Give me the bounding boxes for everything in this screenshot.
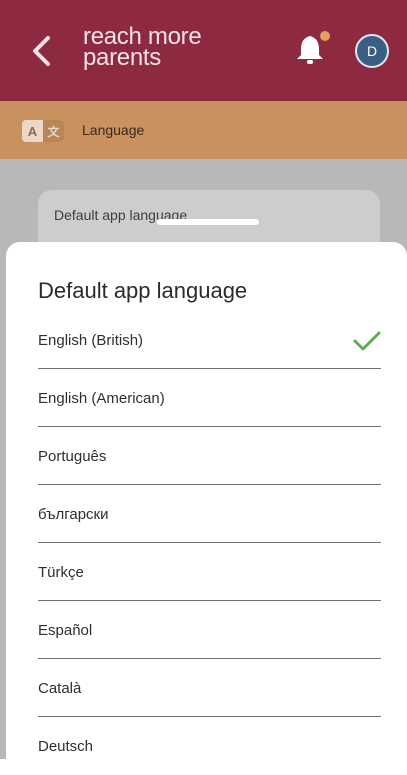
language-option-bulgarian[interactable]: български bbox=[38, 485, 381, 543]
check-icon bbox=[353, 331, 381, 351]
sheet-drag-handle[interactable] bbox=[157, 219, 259, 225]
language-option-turkish[interactable]: Türkçe bbox=[38, 543, 381, 601]
sheet-title: Default app language bbox=[38, 278, 248, 303]
translate-icon-a: A bbox=[27, 123, 38, 139]
translate-icon: A 文 bbox=[22, 120, 64, 142]
option-label: Español bbox=[38, 622, 93, 639]
logo-line-2: parents bbox=[83, 44, 161, 71]
option-label: български bbox=[38, 506, 109, 523]
language-option-english-american[interactable]: English (American) bbox=[38, 369, 381, 427]
translate-icon-b: 文 bbox=[43, 120, 64, 142]
option-label: Català bbox=[38, 680, 82, 697]
language-option-portuguese[interactable]: Português bbox=[38, 427, 381, 485]
notification-bell-icon[interactable] bbox=[292, 30, 332, 70]
option-label: English (British) bbox=[38, 332, 144, 349]
notification-dot bbox=[320, 31, 330, 41]
option-label: Deutsch bbox=[38, 738, 94, 755]
option-label: Türkçe bbox=[38, 564, 84, 581]
language-option-catalan[interactable]: Català bbox=[38, 659, 381, 717]
section-title: Language bbox=[82, 122, 145, 138]
option-label: English (American) bbox=[38, 390, 165, 407]
language-option-german[interactable]: Deutsch bbox=[38, 717, 381, 775]
brand-logo: reach more parents bbox=[83, 25, 202, 71]
language-option-spanish[interactable]: Español bbox=[38, 601, 381, 659]
language-option-english-british[interactable]: English (British) bbox=[38, 311, 381, 369]
option-label: Português bbox=[38, 448, 107, 465]
app-header: reach more parents D bbox=[0, 0, 407, 101]
back-arrow-icon[interactable] bbox=[28, 34, 56, 68]
avatar[interactable]: D bbox=[355, 34, 389, 68]
